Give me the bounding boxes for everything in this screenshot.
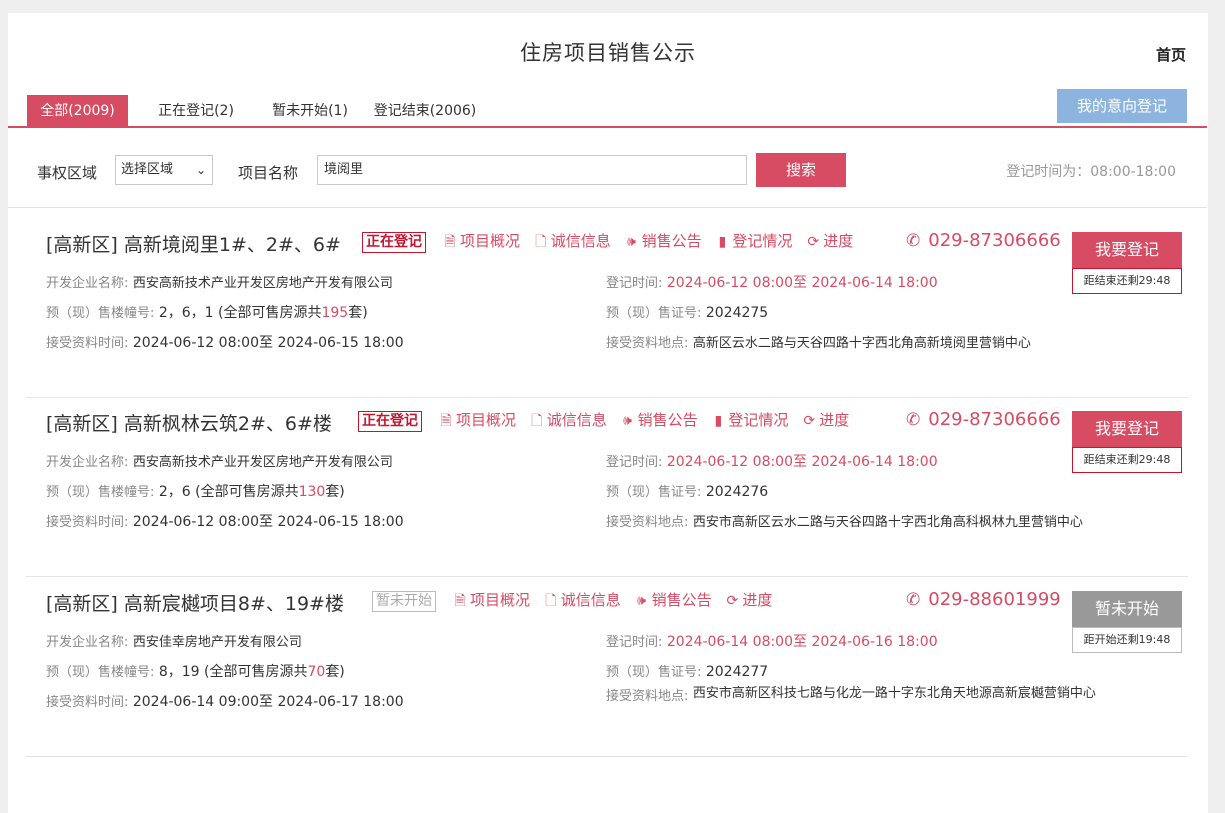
refresh-clock-icon: ⟳	[726, 593, 739, 609]
reg-time-row: 登记时间: 2024-06-12 08:00至 2024-06-14 18:00	[606, 275, 938, 291]
not-started-button[interactable]: 暂未开始	[1072, 591, 1182, 627]
overview-link[interactable]: 🗎 项目概况	[442, 230, 520, 255]
project-title[interactable]: [高新区] 高新枫林云筑2#、6#楼	[46, 409, 332, 436]
phone-number: ✆ 029-88601999	[906, 589, 1061, 610]
sales-notice-link[interactable]: 🕪 销售公告	[620, 409, 697, 430]
tab-registering[interactable]: 正在登记(2)	[146, 95, 246, 128]
home-link[interactable]: 首页	[1156, 44, 1186, 65]
credit-link[interactable]: 🗋 诚信信息	[529, 409, 607, 434]
buildings-row: 预（现）售楼幢号: 8，19 (全部可售房源共70套)	[46, 664, 345, 680]
register-button[interactable]: 我要登记	[1072, 411, 1182, 447]
doc-time-row: 接受资料时间: 2024-06-12 08:00至 2024-06-15 18:…	[46, 335, 404, 351]
bar-chart-icon: ▮	[718, 234, 727, 250]
register-button[interactable]: 我要登记	[1072, 232, 1182, 268]
project-item: [高新区] 高新枫林云筑2#、6#楼 正在登记 🗎 项目概况 🗋 诚信信息 🕪 销售公…	[26, 397, 1188, 577]
progress-link[interactable]: ⟳ 进度	[724, 589, 773, 610]
divider	[26, 756, 1188, 757]
registration-status-link[interactable]: ▮ 登记情况	[710, 409, 789, 430]
tab-not-started[interactable]: 暂未开始(1)	[258, 95, 362, 128]
project-item: [高新区] 高新境阅里1#、2#、6# 正在登记 🗎 项目概况 🗋 诚信信息 🕪 销售…	[26, 218, 1188, 398]
credit-link[interactable]: 🗋 诚信信息	[543, 589, 621, 614]
bar-chart-icon: ▮	[714, 413, 723, 429]
speaker-icon: 🕪	[627, 234, 636, 250]
developer-row: 开发企业名称: 西安佳幸房地产开发有限公司	[46, 635, 302, 650]
project-links: 🗎 项目概况 🗋 诚信信息 🕪 销售公告 ▮ 登记情况 ⟳ 进度	[438, 409, 857, 434]
permit-row: 预（现）售证号: 2024276	[606, 484, 769, 500]
overview-link[interactable]: 🗎 项目概况	[452, 589, 530, 614]
phone-icon: ✆	[906, 590, 921, 610]
phone-number: ✆ 029-87306666	[906, 409, 1061, 430]
project-links: 🗎 项目概况 🗋 诚信信息 🕪 销售公告 ▮ 登记情况 ⟳ 进度	[442, 230, 861, 255]
registration-time-note: 登记时间为：08:00-18:00	[1006, 164, 1176, 180]
project-name-input[interactable]: 境阅里	[317, 155, 747, 185]
chevron-down-icon: ⌄	[195, 163, 206, 177]
credit-file-icon: 🗋	[531, 413, 543, 429]
region-select-value: 选择区域	[121, 162, 174, 177]
developer-row: 开发企业名称: 西安高新技术产业开发区房地产开发有限公司	[46, 276, 393, 291]
developer-row: 开发企业名称: 西安高新技术产业开发区房地产开发有限公司	[46, 455, 393, 470]
countdown: 距结束还剩29:48	[1072, 268, 1182, 294]
project-links: 🗎 项目概况 🗋 诚信信息 🕪 销售公告 ⟳ 进度	[452, 589, 780, 614]
permit-row: 预（现）售证号: 2024277	[606, 664, 769, 680]
page: 住房项目销售公示 首页 全部(2009) 正在登记(2) 暂未开始(1) 登记结…	[8, 13, 1208, 813]
project-item: [高新区] 高新宸樾项目8#、19#楼 暂未开始 🗎 项目概况 🗋 诚信信息 🕪 销售…	[26, 577, 1188, 757]
region-label: 事权区域	[37, 164, 98, 182]
phone-number: ✆ 029-87306666	[906, 230, 1061, 251]
doc-place-row: 接受资料地点: 高新区云水二路与天谷四路十字西北角高新境阅里营销中心	[606, 336, 1031, 351]
project-name-label: 项目名称	[238, 164, 299, 182]
document-icon: 🗎	[440, 413, 452, 429]
tab-ended[interactable]: 登记结束(2006)	[370, 95, 480, 128]
credit-file-icon: 🗋	[545, 593, 557, 609]
buildings-row: 预（现）售楼幢号: 2，6，1 (全部可售房源共195套)	[46, 305, 368, 321]
divider	[8, 207, 1207, 208]
buildings-row: 预（现）售楼幢号: 2，6 (全部可售房源共130套)	[46, 484, 345, 500]
phone-icon: ✆	[906, 231, 921, 251]
credit-link[interactable]: 🗋 诚信信息	[533, 230, 611, 255]
doc-time-row: 接受资料时间: 2024-06-14 09:00至 2024-06-17 18:…	[46, 694, 404, 710]
sales-notice-link[interactable]: 🕪 销售公告	[624, 230, 701, 251]
region-select[interactable]: 选择区域 ⌄	[115, 155, 213, 185]
page-title: 住房项目销售公示	[520, 41, 696, 65]
document-icon: 🗎	[444, 234, 456, 250]
refresh-clock-icon: ⟳	[807, 234, 820, 250]
status-badge: 正在登记	[358, 411, 422, 432]
tab-all[interactable]: 全部(2009)	[27, 95, 128, 128]
header: 住房项目销售公示 首页	[8, 13, 1208, 93]
status-badge: 正在登记	[362, 232, 426, 253]
document-icon: 🗎	[454, 593, 466, 609]
credit-file-icon: 🗋	[535, 234, 547, 250]
refresh-clock-icon: ⟳	[803, 413, 816, 429]
reg-time-row: 登记时间: 2024-06-12 08:00至 2024-06-14 18:00	[606, 454, 938, 470]
my-intent-registration-button[interactable]: 我的意向登记	[1057, 89, 1187, 123]
permit-row: 预（现）售证号: 2024275	[606, 305, 769, 321]
reg-time-row: 登记时间: 2024-06-14 08:00至 2024-06-16 18:00	[606, 634, 938, 650]
project-title[interactable]: [高新区] 高新宸樾项目8#、19#楼	[46, 589, 344, 616]
speaker-icon: 🕪	[623, 413, 632, 429]
project-title[interactable]: [高新区] 高新境阅里1#、2#、6#	[46, 230, 341, 257]
phone-icon: ✆	[906, 410, 921, 430]
countdown: 距结束还剩29:48	[1072, 447, 1182, 473]
overview-link[interactable]: 🗎 项目概况	[438, 409, 516, 434]
search-button[interactable]: 搜索	[756, 153, 846, 187]
registration-status-link[interactable]: ▮ 登记情况	[714, 230, 793, 251]
doc-place-row: 接受资料地点: 西安市高新区云水二路与天谷四路十字西北角高科枫林九里营销中心	[606, 515, 1083, 530]
tabs-bar: 全部(2009) 正在登记(2) 暂未开始(1) 登记结束(2006)	[8, 93, 1207, 128]
doc-place-row: 接受资料地点: 西安市高新区科技七路与化龙一路十字东北角天地源高新宸樾营销中心	[606, 686, 1096, 705]
status-badge: 暂未开始	[372, 591, 436, 612]
sales-notice-link[interactable]: 🕪 销售公告	[634, 589, 711, 610]
progress-link[interactable]: ⟳ 进度	[801, 409, 849, 430]
filter-row: 事权区域 选择区域 ⌄ 项目名称 境阅里 搜索 登记时间为：08:00-18:0…	[8, 151, 1207, 201]
speaker-icon: 🕪	[637, 593, 646, 609]
progress-link[interactable]: ⟳ 进度	[805, 230, 853, 251]
doc-time-row: 接受资料时间: 2024-06-12 08:00至 2024-06-15 18:…	[46, 514, 404, 530]
countdown: 距开始还剩19:48	[1072, 627, 1182, 653]
